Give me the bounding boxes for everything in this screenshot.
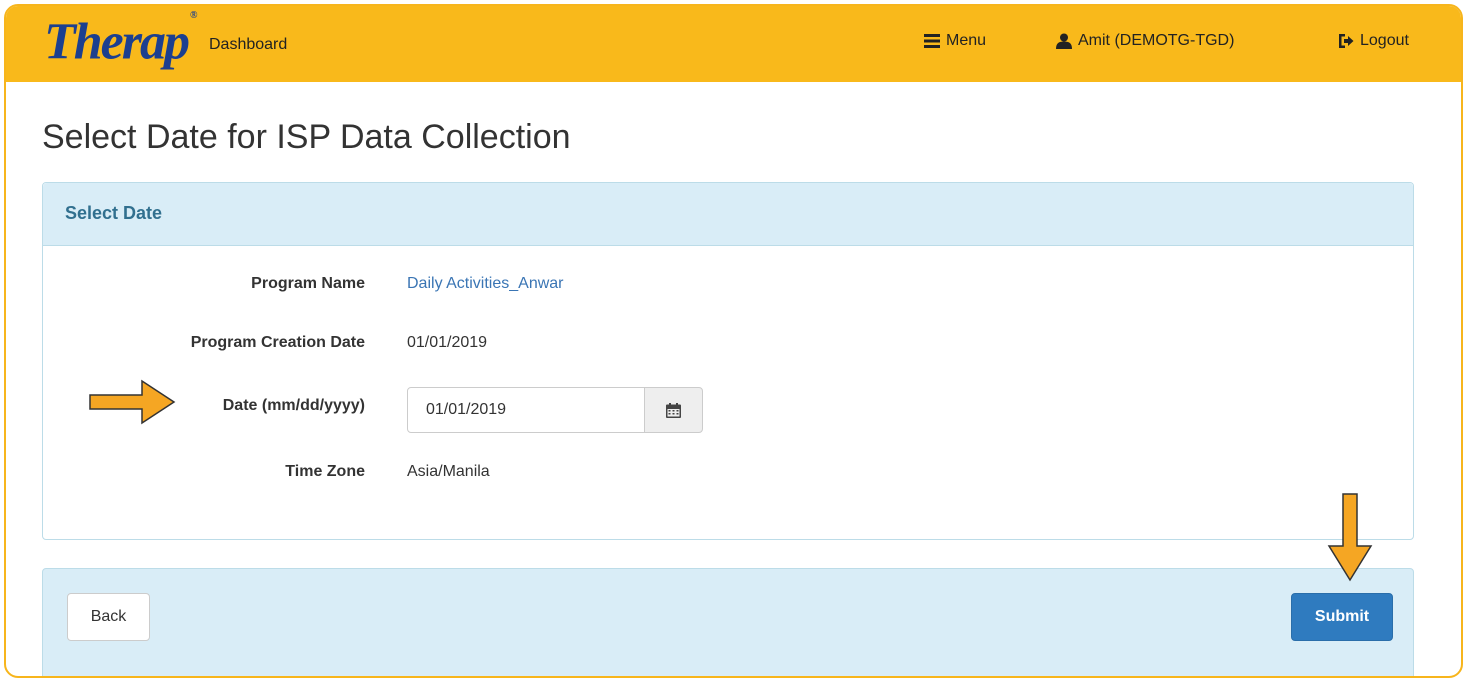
select-date-panel: Select Date Program Name Daily Activitie… [42, 182, 1414, 540]
panel-heading: Select Date [43, 183, 1413, 246]
hamburger-icon [924, 34, 940, 48]
menu-button[interactable]: Menu [924, 32, 986, 50]
program-name-label: Program Name [251, 275, 365, 292]
date-label: Date (mm/dd/yyyy) [222, 397, 365, 414]
submit-button[interactable]: Submit [1291, 593, 1393, 641]
user-icon [1056, 33, 1072, 49]
program-name-link[interactable]: Daily Activities_Anwar [407, 275, 564, 293]
timezone-label: Time Zone [285, 463, 365, 480]
panel-title: Select Date [65, 203, 163, 223]
logout-label: Logout [1360, 32, 1409, 49]
therap-logo[interactable]: Therap ® [44, 8, 198, 72]
menu-label: Menu [946, 32, 987, 49]
arrow-down-icon [1327, 493, 1373, 582]
page-title: Select Date for ISP Data Collection [42, 118, 571, 156]
user-menu[interactable]: Amit (DEMOTG-TGD) [1056, 32, 1234, 50]
creation-date-value: 01/01/2019 [407, 334, 488, 351]
date-picker [407, 387, 703, 433]
calendar-icon [666, 402, 681, 418]
user-label: Amit (DEMOTG-TGD) [1078, 32, 1235, 49]
dashboard-link[interactable]: Dashboard [209, 36, 287, 54]
form-actions: Back Submit [42, 568, 1414, 676]
timezone-value: Asia/Manila [407, 463, 490, 480]
logout-icon [1339, 34, 1354, 48]
logout-button[interactable]: Logout [1338, 32, 1409, 50]
back-button[interactable]: Back [67, 593, 150, 641]
arrow-right-icon [89, 379, 176, 425]
date-input[interactable] [407, 387, 645, 433]
top-navbar: Therap ® Dashboard Menu Amit (DEMOTG-TGD)… [6, 6, 1461, 82]
creation-date-label: Program Creation Date [190, 334, 365, 351]
app-window: Therap ® Dashboard Menu Amit (DEMOTG-TGD)… [4, 4, 1463, 678]
calendar-button[interactable] [644, 387, 703, 433]
